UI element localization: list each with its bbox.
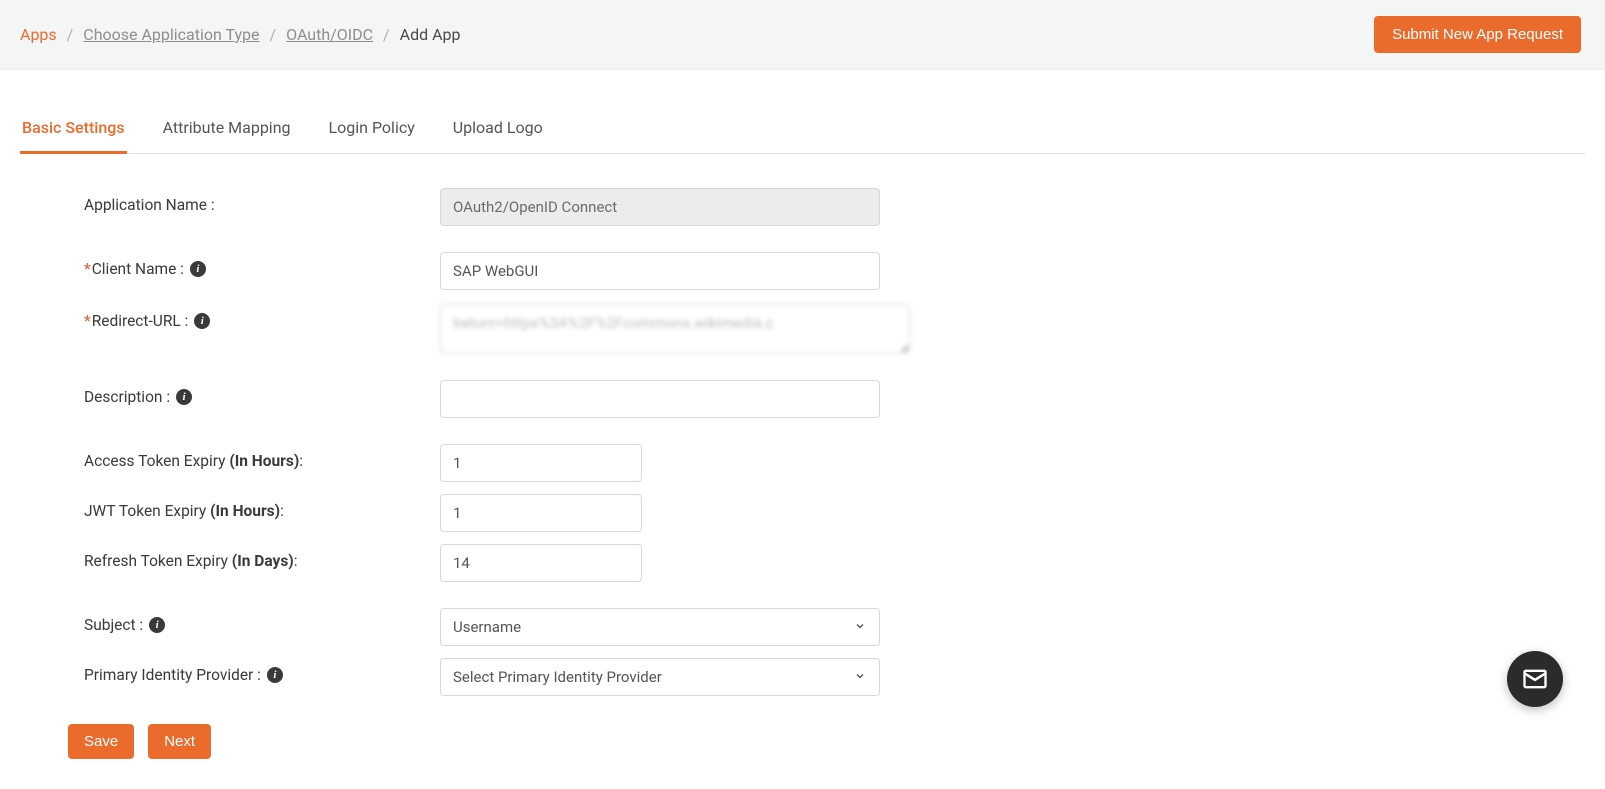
main-content: Basic Settings Attribute Mapping Login P… (0, 108, 1605, 789)
next-button[interactable]: Next (148, 724, 211, 759)
tab-basic-settings[interactable]: Basic Settings (20, 108, 127, 154)
label-refresh-token-expiry: Refresh Token Expiry (In Days): (84, 544, 440, 570)
label-jwt-token-expiry: JWT Token Expiry (In Hours): (84, 494, 440, 520)
row-description: Description : i (84, 380, 1585, 418)
breadcrumb-separator: / (383, 25, 390, 44)
info-icon[interactable]: i (190, 261, 206, 277)
breadcrumb-oauth[interactable]: OAuth/OIDC (286, 25, 373, 44)
breadcrumb-choose-type[interactable]: Choose Application Type (83, 25, 259, 44)
submit-new-app-button[interactable]: Submit New App Request (1374, 16, 1581, 53)
label-client-name: *Client Name : i (84, 252, 440, 278)
label-application-name: Application Name : (84, 188, 440, 214)
label-primary-identity-provider: Primary Identity Provider : i (84, 658, 440, 684)
row-refresh-token-expiry: Refresh Token Expiry (In Days): (84, 544, 1585, 582)
breadcrumb: Apps / Choose Application Type / OAuth/O… (20, 25, 461, 44)
info-icon[interactable]: i (176, 389, 192, 405)
input-client-name[interactable] (440, 252, 880, 290)
info-icon[interactable]: i (267, 667, 283, 683)
select-subject[interactable]: Username (440, 608, 880, 646)
form-area: Application Name : *Client Name : i *Red… (20, 154, 1585, 696)
mail-icon (1521, 665, 1549, 693)
input-application-name (440, 188, 880, 226)
row-subject: Subject : i Username (84, 608, 1585, 646)
info-icon[interactable]: i (149, 617, 165, 633)
row-redirect-url: *Redirect-URL : i lreturn=https%3A%2F%2F… (84, 304, 1585, 354)
breadcrumb-separator: / (270, 25, 277, 44)
tabs: Basic Settings Attribute Mapping Login P… (20, 108, 1585, 154)
row-client-name: *Client Name : i (84, 252, 1585, 290)
save-button[interactable]: Save (68, 724, 134, 759)
input-refresh-token-expiry[interactable] (440, 544, 642, 582)
label-redirect-url: *Redirect-URL : i (84, 304, 440, 330)
input-redirect-url[interactable]: lreturn=https%3A%2F%2Fcommons.wikimedia.… (440, 304, 910, 354)
label-subject: Subject : i (84, 608, 440, 634)
row-jwt-token-expiry: JWT Token Expiry (In Hours): (84, 494, 1585, 532)
row-access-token-expiry: Access Token Expiry (In Hours): (84, 444, 1585, 482)
top-bar: Apps / Choose Application Type / OAuth/O… (0, 0, 1605, 70)
row-primary-identity-provider: Primary Identity Provider : i Select Pri… (84, 658, 1585, 696)
input-jwt-token-expiry[interactable] (440, 494, 642, 532)
footer-buttons: Save Next (68, 724, 1585, 759)
row-application-name: Application Name : (84, 188, 1585, 226)
contact-fab[interactable] (1507, 651, 1563, 707)
select-primary-identity-provider[interactable]: Select Primary Identity Provider (440, 658, 880, 696)
tab-upload-logo[interactable]: Upload Logo (451, 108, 545, 154)
input-description[interactable] (440, 380, 880, 418)
tab-login-policy[interactable]: Login Policy (327, 108, 417, 154)
breadcrumb-separator: / (67, 25, 74, 44)
breadcrumb-apps[interactable]: Apps (20, 25, 57, 44)
label-description: Description : i (84, 380, 440, 406)
tab-attribute-mapping[interactable]: Attribute Mapping (161, 108, 293, 154)
info-icon[interactable]: i (194, 313, 210, 329)
label-access-token-expiry: Access Token Expiry (In Hours): (84, 444, 440, 470)
input-access-token-expiry[interactable] (440, 444, 642, 482)
breadcrumb-current: Add App (400, 25, 461, 44)
